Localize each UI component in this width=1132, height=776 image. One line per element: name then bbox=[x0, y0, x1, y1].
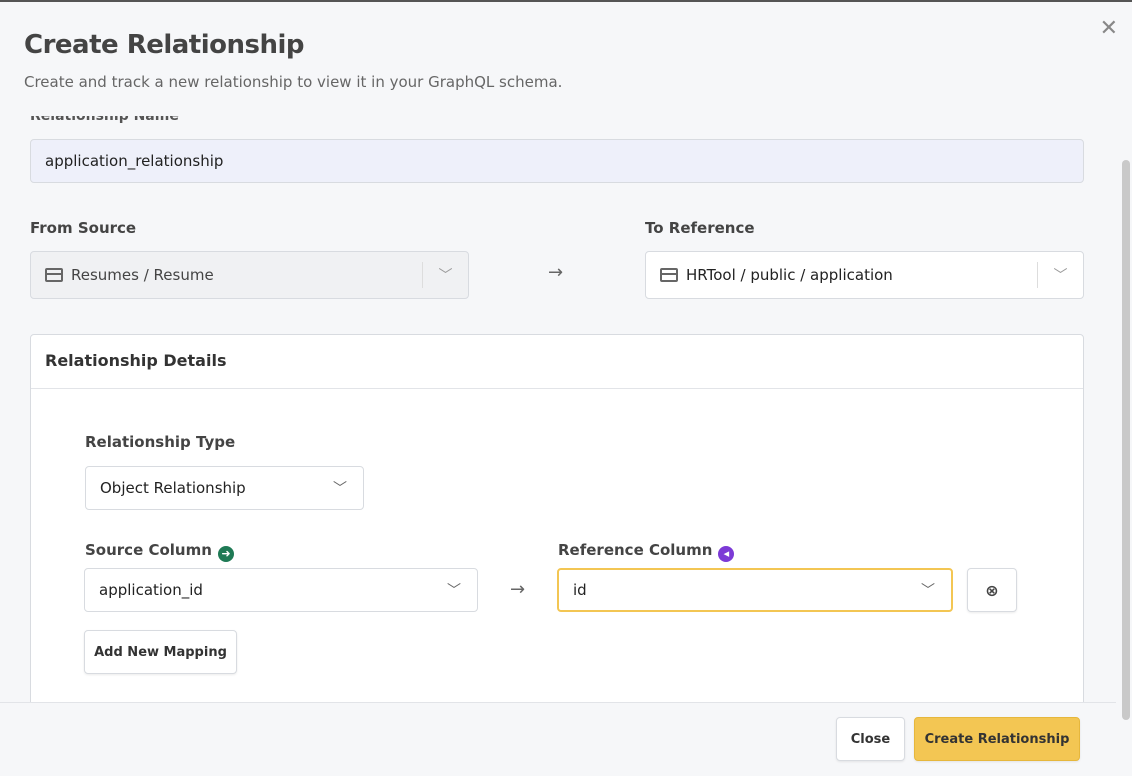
table-icon bbox=[45, 268, 63, 282]
reference-column-select[interactable]: id ﹀ bbox=[557, 568, 953, 612]
chevron-down-icon: ﹀ bbox=[1037, 262, 1083, 288]
chevron-down-icon: ﹀ bbox=[447, 583, 461, 599]
remove-mapping-button[interactable]: ⊗ bbox=[967, 568, 1017, 612]
arrow-right-circle-icon: ➜ bbox=[217, 546, 234, 562]
relationship-name-input[interactable]: application_relationship bbox=[30, 139, 1084, 183]
chevron-down-icon: ﹀ bbox=[921, 583, 935, 599]
modal-title: Create Relationship bbox=[24, 30, 305, 60]
relationship-name-label: Relationship Name bbox=[30, 108, 179, 124]
create-relationship-button[interactable]: Create Relationship bbox=[914, 717, 1080, 761]
source-column-select[interactable]: application_id ﹀ bbox=[84, 568, 478, 612]
arrow-left-circle-icon: ◂ bbox=[718, 546, 735, 562]
modal-body: Relationship Name application_relationsh… bbox=[0, 104, 1116, 702]
close-icon[interactable]: ✕ bbox=[1100, 16, 1118, 41]
window-top-border bbox=[0, 0, 1132, 2]
relationship-details-panel: Relationship Details Relationship Type O… bbox=[30, 334, 1084, 702]
arrow-right-icon: → bbox=[510, 579, 526, 600]
scrollbar-thumb[interactable] bbox=[1122, 160, 1130, 720]
arrow-right-icon: → bbox=[548, 262, 564, 283]
chevron-down-icon: ﹀ bbox=[422, 262, 468, 288]
add-new-mapping-button[interactable]: Add New Mapping bbox=[84, 630, 237, 674]
table-icon bbox=[660, 268, 678, 282]
relationship-type-label: Relationship Type bbox=[85, 433, 236, 451]
source-column-label: Source Column ➜ bbox=[85, 541, 234, 562]
panel-title: Relationship Details bbox=[31, 335, 1083, 389]
reference-column-label: Reference Column ◂ bbox=[558, 541, 735, 562]
from-source-select[interactable]: Resumes / Resume ﹀ bbox=[30, 251, 469, 299]
chevron-down-icon: ﹀ bbox=[333, 481, 347, 497]
from-source-label: From Source bbox=[30, 219, 137, 237]
relationship-type-select[interactable]: Object Relationship ﹀ bbox=[85, 466, 364, 510]
to-reference-label: To Reference bbox=[645, 219, 755, 237]
modal-subtitle: Create and track a new relationship to v… bbox=[24, 73, 563, 91]
modal-footer: Close Create Relationship bbox=[0, 702, 1116, 776]
close-circle-icon: ⊗ bbox=[985, 580, 999, 600]
to-reference-select[interactable]: HRTool / public / application ﹀ bbox=[645, 251, 1084, 299]
close-button[interactable]: Close bbox=[836, 717, 905, 761]
